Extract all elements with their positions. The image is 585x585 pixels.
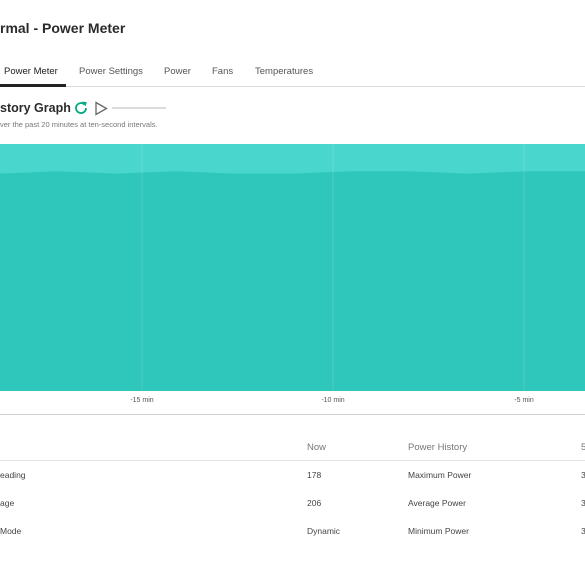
row-extra-value: 3 (581, 526, 585, 536)
header-extra: 5 (581, 442, 585, 453)
row-extra-value: 3 (581, 470, 585, 480)
tab-power-settings[interactable]: Power Settings (79, 66, 143, 77)
row-now-value: 178 (307, 470, 322, 480)
row-label: Mode (0, 526, 22, 536)
x-tick-label: -10 min (321, 397, 345, 404)
area-series-1 (0, 171, 585, 391)
row-label: age (0, 498, 15, 508)
x-axis-line (0, 414, 585, 415)
graph-subtitle: ver the past 20 minutes at ten-second in… (0, 120, 158, 129)
tab-power-meter[interactable]: Power Meter (4, 66, 58, 77)
x-tick-label: -15 min (130, 397, 154, 404)
play-icon[interactable] (94, 101, 108, 116)
row-now-value: Dynamic (307, 526, 341, 536)
table-header-divider (0, 460, 585, 461)
tab-fans[interactable]: Fans (212, 66, 233, 77)
page-title: rmal - Power Meter (0, 20, 126, 36)
refresh-icon[interactable] (73, 100, 89, 116)
tab-bar: Power Meter Power Settings Power Fans Te… (0, 58, 585, 87)
tab-temperatures[interactable]: Temperatures (255, 66, 313, 77)
power-history-graph (0, 144, 585, 391)
header-power-history: Power History (408, 442, 468, 453)
row-history-label: Average Power (408, 498, 466, 508)
section-title: story Graph (0, 101, 71, 115)
row-now-value: 206 (307, 498, 322, 508)
header-now: Now (307, 442, 327, 453)
active-tab-indicator (0, 84, 66, 87)
row-extra-value: 3 (581, 498, 585, 508)
row-history-label: Minimum Power (408, 526, 469, 536)
row-history-label: Maximum Power (408, 470, 472, 480)
x-tick-label: -5 min (514, 397, 534, 404)
playback-slider[interactable] (112, 107, 166, 109)
tab-power[interactable]: Power (164, 66, 191, 77)
row-label: eading (0, 470, 26, 480)
